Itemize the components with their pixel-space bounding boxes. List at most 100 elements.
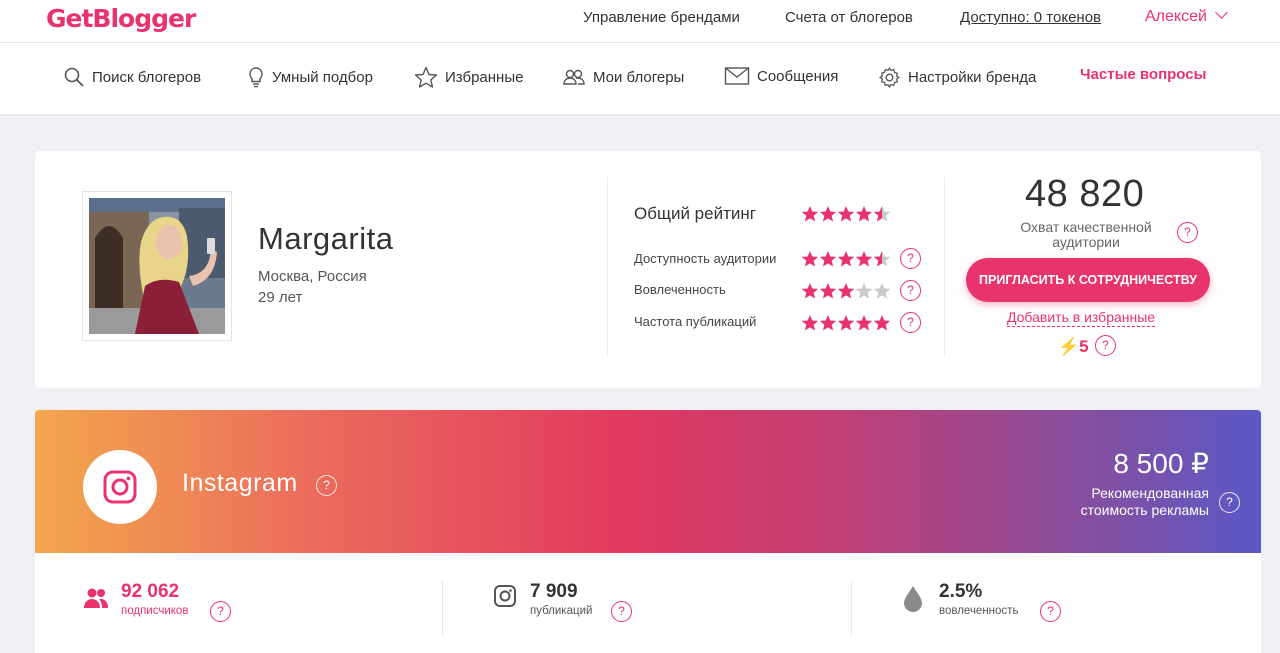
star-icon [873, 206, 891, 222]
star-icon [855, 283, 873, 299]
recommended-price: 8 500 ₽ [1113, 448, 1209, 479]
search-icon [64, 67, 84, 87]
user-menu[interactable]: Алексей [1145, 6, 1228, 26]
drop-icon [904, 586, 922, 612]
nav-item-smart-pick[interactable]: Умный подбор [247, 66, 373, 88]
help-icon[interactable]: ? [316, 475, 337, 496]
help-icon[interactable]: ? [1095, 335, 1116, 356]
star-icon [801, 315, 819, 331]
nav-item-label: Настройки бренда [908, 69, 1037, 86]
followers-label: подписчиков [121, 605, 189, 617]
reach-value: 48 820 [1025, 173, 1145, 215]
network-stats: 92 062 подписчиков ? 7 909 публикаций ? … [35, 553, 1261, 653]
add-to-favorites-link[interactable]: Добавить в избранные [1007, 309, 1156, 327]
help-icon[interactable]: ? [900, 312, 921, 333]
star-icon [801, 206, 819, 222]
divider [442, 581, 443, 636]
nav-item-label: Сообщения [757, 67, 839, 85]
engagement-label: Вовлеченность [634, 282, 726, 297]
blogger-name: Margarita [258, 221, 394, 256]
nav-item-label: Поиск блогеров [92, 68, 202, 86]
star-icon [819, 251, 837, 267]
star-icon [837, 283, 855, 299]
nav-item-favorites[interactable]: Избранные [414, 66, 523, 88]
gear-icon [879, 67, 900, 88]
logo[interactable]: GetBlogger [46, 4, 196, 33]
followers-count: 92 062 [121, 581, 180, 602]
star-icon [819, 315, 837, 331]
instagram-icon [494, 585, 516, 607]
divider [851, 581, 852, 636]
help-icon[interactable]: ? [900, 248, 921, 269]
network-name: Instagram [182, 469, 298, 497]
token-cost-value: 5 [1079, 337, 1089, 356]
star-icon [819, 283, 837, 299]
star-icon [837, 315, 855, 331]
lightning-icon: ⚡ [1058, 337, 1080, 356]
price-label-line-1: Рекомендованная [1091, 485, 1209, 501]
help-icon[interactable]: ? [1040, 601, 1061, 622]
post-frequency-stars [801, 314, 891, 332]
star-icon [801, 283, 819, 299]
price-label-line-2: стоимость рекламы [1080, 502, 1209, 518]
posts-label: публикаций [530, 605, 593, 617]
help-icon[interactable]: ? [1219, 492, 1240, 513]
star-icon [873, 315, 891, 331]
main-nav: Поиск блогеров Умный подбор Избранные Мо… [0, 43, 1280, 114]
star-icon [837, 251, 855, 267]
nav-item-label: Мои блогеры [593, 68, 685, 86]
nav-item-my-bloggers[interactable]: Мои блогеры [562, 66, 684, 88]
star-icon [855, 206, 873, 222]
reach-label: Охват качественной аудитории [1020, 219, 1152, 250]
network-banner: Instagram ? 8 500 ₽ Рекомендованная стоим… [35, 410, 1261, 553]
divider [607, 177, 608, 357]
nav-item-messages[interactable]: Сообщения [724, 66, 838, 86]
help-icon[interactable]: ? [900, 280, 921, 301]
instagram-logo [83, 450, 157, 524]
user-name: Алексей [1145, 8, 1207, 25]
audience-availability-stars [801, 250, 891, 268]
help-icon[interactable]: ? [611, 601, 632, 622]
divider [944, 177, 945, 357]
engagement-rate: 2.5% [939, 581, 983, 602]
top-link-brand-management[interactable]: Управление брендами [583, 9, 740, 26]
top-link-tokens[interactable]: Доступно: 0 токенов [960, 9, 1101, 26]
overall-rating-stars [801, 205, 891, 223]
blogger-profile-card: Margarita Москва, Россия 29 лет Общий ре… [35, 151, 1261, 388]
star-icon [855, 315, 873, 331]
help-icon[interactable]: ? [210, 601, 231, 622]
top-link-blogger-invoices[interactable]: Счета от блогеров [785, 9, 913, 26]
avatar [82, 191, 232, 341]
invite-button[interactable]: ПРИГЛАСИТЬ К СОТРУДНИЧЕСТВУ [966, 258, 1210, 302]
avatar-photo [89, 198, 225, 334]
nav-item-label: Умный подбор [272, 68, 373, 86]
engagement-stars [801, 282, 891, 300]
audience-availability-label: Доступность аудитории [634, 251, 777, 266]
help-icon[interactable]: ? [1177, 222, 1198, 243]
nav-item-search[interactable]: Поиск блогеров [63, 66, 201, 88]
posts-count: 7 909 [530, 581, 578, 602]
lightbulb-icon [249, 67, 263, 88]
star-icon [873, 283, 891, 299]
recommended-price-label: Рекомендованная стоимость рекламы [1045, 485, 1209, 519]
nav-item-label: Избранные [445, 68, 524, 86]
star-icon [414, 66, 438, 88]
post-frequency-label: Частота публикаций [634, 314, 757, 329]
star-icon [855, 251, 873, 267]
nav-item-brand-settings[interactable]: Настройки бренда [878, 66, 1036, 89]
chevron-down-icon [1215, 6, 1228, 19]
users-icon [84, 588, 108, 608]
top-bar: GetBlogger Управление брендами Счета от … [0, 0, 1280, 43]
token-cost: ⚡5 [1058, 337, 1089, 357]
envelope-icon [724, 67, 750, 85]
blogger-age: 29 лет [258, 289, 303, 306]
blogger-location: Москва, Россия [258, 268, 367, 285]
users-icon [563, 69, 585, 85]
instagram-icon [103, 470, 137, 504]
nav-item-faq[interactable]: Частые вопросы [1080, 66, 1206, 83]
overall-rating-label: Общий рейтинг [634, 204, 756, 223]
star-icon [819, 206, 837, 222]
star-icon [873, 251, 891, 267]
engagement-rate-label: вовлеченность [939, 605, 1019, 617]
nav-item-label: Частые вопросы [1080, 66, 1207, 83]
